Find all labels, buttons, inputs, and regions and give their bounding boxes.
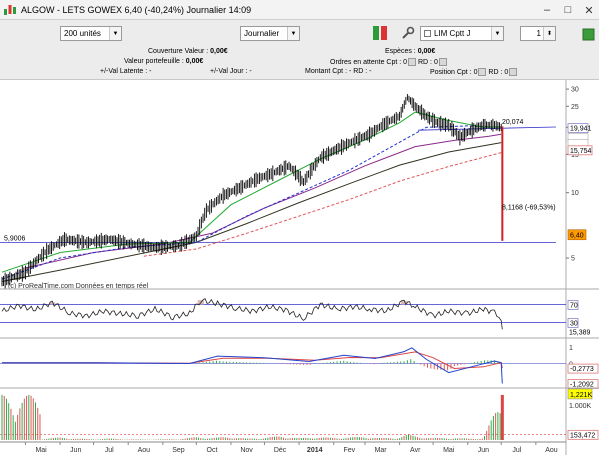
x-axis-label-8: 2014 xyxy=(307,447,323,454)
stepper-arrows-icon[interactable]: ⬍ xyxy=(543,27,555,40)
annotation-drop: 8,1168 (-69,53%) xyxy=(502,204,556,211)
checkbox-icon xyxy=(424,30,431,37)
quantity-value: 200 unités xyxy=(64,29,101,38)
chart-svg[interactable]: 302520151055,900620,0748,1168 (-69,53%)1… xyxy=(0,80,599,455)
period-value: Journalier xyxy=(244,29,280,38)
rsi-label-30: 30 xyxy=(570,321,578,328)
chevron-down-icon: ▼ xyxy=(287,27,299,40)
minimize-button[interactable]: – xyxy=(537,0,557,20)
annotation-high: 20,074 xyxy=(502,119,524,126)
valeur-portefeuille-line: Valeur portefeuille : 0,00€ xyxy=(124,58,204,65)
x-axis-label-13: Jun xyxy=(478,447,489,454)
chevron-down-icon: ▼ xyxy=(109,27,121,40)
quantity-select[interactable]: 200 unités ▼ xyxy=(60,26,122,41)
price-label-ma3-box xyxy=(567,139,589,147)
detail-box-icon[interactable] xyxy=(408,58,417,66)
volume-bar-last xyxy=(500,394,504,440)
trading-window: ALGOW - LETS GOWEX 6,40 (-40,24%) Journa… xyxy=(0,0,599,455)
val-latente: +/-Val Latente : - xyxy=(100,68,152,75)
detail-box-icon[interactable] xyxy=(438,58,447,66)
toolbar: 200 unités ▼ Journalier ▼ LIM Cptt J ▼ 1 xyxy=(0,20,599,47)
x-axis-label-9: Fev xyxy=(343,447,355,454)
green-square-icon[interactable] xyxy=(580,26,596,42)
x-axis-label-2: Jul xyxy=(105,447,114,454)
last-price-label: 6,40 xyxy=(570,232,584,239)
x-axis-label-1: Jun xyxy=(70,447,81,454)
order-type-value: LIM Cptt J xyxy=(434,29,471,38)
detail-box-icon[interactable] xyxy=(509,68,518,76)
order-qty-stepper[interactable]: 1 ⬍ xyxy=(520,26,556,41)
price-panel-bg xyxy=(0,83,599,289)
x-axis-label-4: Sep xyxy=(172,447,185,454)
candlestick-app-icon xyxy=(4,4,16,15)
order-type-select[interactable]: LIM Cptt J ▼ xyxy=(420,26,504,41)
macd-signal-value: -0,2773 xyxy=(570,366,594,373)
maximize-button[interactable]: □ xyxy=(558,0,578,20)
x-axis-label-14: Jul xyxy=(512,447,521,454)
x-axis-label-11: Avr xyxy=(410,447,421,454)
price-tick-label-1: 25 xyxy=(571,104,579,111)
wrench-icon[interactable] xyxy=(400,25,416,41)
buy-sell-icon[interactable] xyxy=(372,25,388,41)
price-label-ma4: 15,754 xyxy=(570,148,592,155)
position-line: Position Cpt : 0 RD : 0 xyxy=(430,68,518,76)
rsi-line xyxy=(1,298,503,330)
rsi-label-70: 70 xyxy=(570,303,578,310)
price-tick-label-0: 30 xyxy=(571,87,579,94)
order-qty-value: 1 xyxy=(536,29,541,38)
couverture-line: Couverture Valeur : 0,00€ xyxy=(148,48,228,55)
volume-tick-1000: 1.000K xyxy=(569,403,592,410)
title-bar: ALGOW - LETS GOWEX 6,40 (-40,24%) Journa… xyxy=(0,0,599,20)
account-info-panel: Couverture Valeur : 0,00€ Valeur portefe… xyxy=(0,47,599,80)
period-select[interactable]: Journalier ▼ xyxy=(240,26,300,41)
chart-area[interactable]: 302520151055,900620,0748,1168 (-69,53%)1… xyxy=(0,80,599,455)
macd-value: -1,2092 xyxy=(570,381,594,388)
x-axis-label-3: Aou xyxy=(138,447,151,454)
price-tick-label-4: 10 xyxy=(571,190,579,197)
x-axis-label-0: Mai xyxy=(35,447,47,454)
macd-tick-1: 1 xyxy=(569,345,573,352)
chevron-down-icon: ▼ xyxy=(491,27,503,40)
x-axis-label-12: Mai xyxy=(443,447,455,454)
especes-line: Espèces : 0,00€ xyxy=(385,48,436,55)
x-axis-label-7: Déc xyxy=(274,447,287,454)
close-button[interactable]: ✕ xyxy=(579,0,599,20)
ordres-attente-line: Ordres en attente Cpt : 0 RD : 0 xyxy=(330,58,447,66)
price-label-ma1: 19,941 xyxy=(570,126,592,133)
window-title: ALGOW - LETS GOWEX 6,40 (-40,24%) Journa… xyxy=(21,4,252,15)
detail-box-icon[interactable] xyxy=(478,68,487,76)
rsi-value-label: 15,389 xyxy=(569,329,591,336)
montant-line: Montant Cpt : - RD : - xyxy=(305,68,372,75)
volume-avg-label: 153,472 xyxy=(570,432,595,439)
x-axis-label-5: Oct xyxy=(207,447,218,454)
volume-last-label: 1,221K xyxy=(570,392,593,399)
price-tick-label-5: 5 xyxy=(571,256,575,263)
x-axis-label-10: Mar xyxy=(375,447,388,454)
x-axis-label-6: Nov xyxy=(240,447,253,454)
support-line-label: 5,9006 xyxy=(4,235,26,242)
val-jour: +/-Val Jour : - xyxy=(210,68,252,75)
x-axis-label-15: Aou xyxy=(545,447,558,454)
